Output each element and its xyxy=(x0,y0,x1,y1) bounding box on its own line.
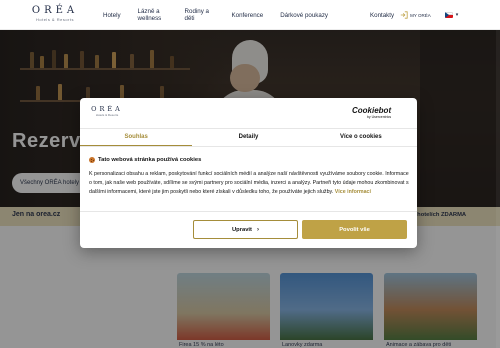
main-nav: Hotely Lázně a wellness Rodiny a děti Ko… xyxy=(103,0,345,30)
site-header: ORÉA Hotels & Resorts Hotely Lázně a wel… xyxy=(0,0,500,30)
page-scrollbar[interactable] xyxy=(496,30,500,348)
my-orea-link[interactable]: MY ORÉA xyxy=(400,11,431,19)
logo-word: ORÉA xyxy=(31,5,79,16)
nav-item-poukazy[interactable]: Dárkové poukazy xyxy=(280,12,328,19)
logo-tagline: Hotels & Resorts xyxy=(35,17,74,22)
divider xyxy=(80,211,417,212)
my-orea-label: MY ORÉA xyxy=(410,12,431,18)
dialog-logo-tagline: Hotels & Resorts xyxy=(95,113,119,117)
nav-right: Kontakty MY ORÉA ▾ xyxy=(370,0,458,30)
tab-vice-o-cookies[interactable]: Více o cookies xyxy=(305,129,417,146)
consent-tabs: Souhlas Detaily Více o cookies xyxy=(80,129,417,146)
customize-button-label: Upravit xyxy=(232,226,252,233)
cookiebot-logo[interactable]: Cookiebot by Usercentrics xyxy=(352,106,392,120)
divider xyxy=(80,146,417,147)
more-info-link[interactable]: Více informací xyxy=(335,189,371,195)
tab-souhlas[interactable]: Souhlas xyxy=(80,129,193,146)
dialog-logo-word: ORÉA xyxy=(91,105,123,113)
chevron-right-icon: › xyxy=(256,226,259,233)
language-switcher[interactable]: ▾ xyxy=(444,12,459,18)
nav-item-konference[interactable]: Konference xyxy=(232,12,264,19)
tab-detaily[interactable]: Detaily xyxy=(192,129,304,146)
nav-item-kontakty[interactable]: Kontakty xyxy=(370,12,394,19)
page: ORÉA Hotels & Resorts Hotely Lázně a wel… xyxy=(0,0,500,348)
login-arrow-icon xyxy=(400,11,408,19)
consent-heading: Tato webová stránka používá cookies xyxy=(89,157,201,163)
dialog-logo: ORÉA Hotels & Resorts xyxy=(90,105,124,117)
allow-all-button[interactable]: Povolit vše xyxy=(302,220,407,239)
consent-body: K personalizaci obsahu a reklam, poskyto… xyxy=(89,170,409,197)
cookie-consent-dialog: ORÉA Hotels & Resorts Cookiebot by Userc… xyxy=(80,98,417,248)
chevron-down-icon: ▾ xyxy=(455,12,459,18)
consent-heading-text: Tato webová stránka používá cookies xyxy=(98,157,202,163)
nav-item-rodiny[interactable]: Rodiny a děti xyxy=(185,8,215,22)
cookie-icon xyxy=(89,157,95,163)
nav-item-lazne[interactable]: Lázně a wellness xyxy=(138,8,168,22)
allow-all-button-label: Povolit vše xyxy=(339,226,370,233)
cookiebot-sub: by Usercentrics xyxy=(366,115,392,119)
orea-logo[interactable]: ORÉA Hotels & Resorts xyxy=(30,5,80,27)
czech-flag-icon xyxy=(444,12,453,18)
nav-item-hotely[interactable]: Hotely xyxy=(103,12,121,19)
customize-button[interactable]: Upravit › xyxy=(193,220,298,239)
cookiebot-name: Cookiebot xyxy=(352,106,392,115)
